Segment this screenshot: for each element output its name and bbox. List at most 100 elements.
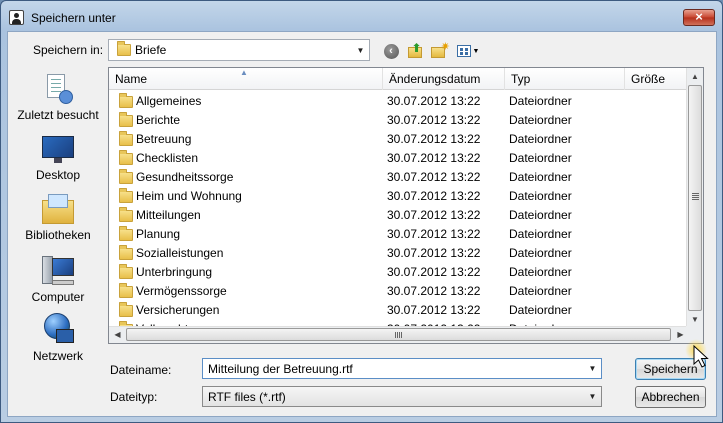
file-date: 30.07.2012 13:22 <box>387 113 481 127</box>
filetype-select[interactable]: RTF files (*.rtf) ▼ <box>202 386 602 407</box>
file-row[interactable]: Versicherungen 30.07.2012 13:22 Dateiordne… <box>109 300 689 319</box>
cancel-button[interactable]: Abbrechen <box>635 386 706 408</box>
file-row[interactable]: Heim und Wohnung 30.07.2012 13:22 Dateiord… <box>109 186 689 205</box>
places-bar: Zuletzt besucht Desktop Bibliotheken Com… <box>8 66 108 366</box>
user-account-icon <box>9 10 24 25</box>
file-date: 30.07.2012 13:22 <box>387 170 481 184</box>
file-type: Dateiordner <box>509 265 572 279</box>
folder-icon <box>119 130 133 146</box>
folder-icon <box>119 206 133 222</box>
place-label: Netzwerk <box>32 349 83 363</box>
close-button[interactable]: × <box>683 9 715 26</box>
place-recent[interactable]: Zuletzt besucht <box>8 74 108 122</box>
location-value: Briefe <box>135 43 167 57</box>
place-computer[interactable]: Computer <box>8 254 108 304</box>
view-menu-button[interactable]: ▼ <box>454 41 482 61</box>
file-date: 30.07.2012 13:22 <box>387 151 481 165</box>
file-date: 30.07.2012 13:22 <box>387 265 481 279</box>
folder-icon <box>117 41 131 56</box>
folder-icon <box>119 282 133 298</box>
network-icon <box>42 313 74 345</box>
column-header-row: Name ▲ Änderungsdatum Typ Größe <box>109 68 689 90</box>
file-date: 30.07.2012 13:22 <box>387 208 481 222</box>
file-name: Planung <box>136 227 181 241</box>
place-network[interactable]: Netzwerk <box>8 313 108 363</box>
file-type: Dateiordner <box>509 227 572 241</box>
scroll-up-icon[interactable]: ▲ <box>687 68 703 85</box>
file-name: Betreuung <box>136 132 192 146</box>
folder-icon <box>119 263 133 279</box>
new-folder-button[interactable]: ✷ <box>429 41 450 61</box>
file-row[interactable]: Allgemeines 30.07.2012 13:22 Dateiordner <box>109 91 689 110</box>
chevron-down-icon: ▼ <box>472 47 480 55</box>
column-header-date[interactable]: Änderungsdatum <box>383 68 505 90</box>
file-row[interactable]: Betreuung 30.07.2012 13:22 Dateiordner <box>109 129 689 148</box>
file-type: Dateiordner <box>509 170 572 184</box>
file-row[interactable]: Unterbringung 30.07.2012 13:22 Dateiordner <box>109 262 689 281</box>
save-in-dropdown[interactable]: Briefe ▼ <box>108 39 370 61</box>
vertical-scrollbar[interactable]: ▲ ▼ <box>686 68 703 328</box>
scroll-left-icon[interactable]: ◀ <box>109 327 126 343</box>
place-label: Zuletzt besucht <box>17 108 99 122</box>
file-row[interactable]: Vermögenssorge 30.07.2012 13:22 Dateiordne… <box>109 281 689 300</box>
column-header-type[interactable]: Typ <box>505 68 625 90</box>
place-desktop[interactable]: Desktop <box>8 136 108 182</box>
save-in-label: Speichern in: <box>33 43 104 57</box>
window-title: Speichern unter <box>31 11 116 25</box>
up-folder-button[interactable]: ⬆ <box>405 41 425 61</box>
file-date: 30.07.2012 13:22 <box>387 284 481 298</box>
up-folder-icon: ⬆ <box>407 41 423 58</box>
file-name: Mitteilungen <box>136 208 201 222</box>
file-row[interactable]: Planung 30.07.2012 13:22 Dateiordner <box>109 224 689 243</box>
horizontal-scrollbar[interactable]: ◀ ▶ <box>109 326 689 343</box>
file-row[interactable]: Sozialleistungen 30.07.2012 13:22 Dateiord… <box>109 243 689 262</box>
place-label: Computer <box>31 290 85 304</box>
folder-icon <box>119 92 133 108</box>
desktop-icon <box>42 136 74 164</box>
title-bar[interactable]: Speichern unter × <box>1 1 722 35</box>
file-date: 30.07.2012 13:22 <box>387 246 481 260</box>
file-type: Dateiordner <box>509 303 572 317</box>
back-arrow-icon: ‹ <box>383 43 399 59</box>
file-name: Unterbringung <box>136 265 213 279</box>
column-name-label: Name <box>115 72 148 86</box>
file-list[interactable]: Name ▲ Änderungsdatum Typ Größe Allgemei… <box>108 67 704 344</box>
folder-icon <box>119 168 133 184</box>
chevron-down-icon[interactable]: ▼ <box>584 359 601 378</box>
filename-value: Mitteilung der Betreuung.rtf <box>208 362 353 376</box>
file-type: Dateiordner <box>509 113 572 127</box>
mouse-cursor-icon <box>685 339 713 369</box>
file-row[interactable]: Checklisten 30.07.2012 13:22 Dateiordner <box>109 148 689 167</box>
scroll-thumb[interactable] <box>688 85 702 311</box>
file-row[interactable]: Gesundheitssorge 30.07.2012 13:22 Dateiord… <box>109 167 689 186</box>
back-button[interactable]: ‹ <box>381 41 401 61</box>
new-folder-icon: ✷ <box>431 41 450 58</box>
folder-icon <box>119 149 133 165</box>
folder-icon <box>119 187 133 203</box>
file-date: 30.07.2012 13:22 <box>387 132 481 146</box>
chevron-down-icon[interactable]: ▼ <box>352 40 369 60</box>
file-type: Dateiordner <box>509 132 572 146</box>
filename-field[interactable]: Mitteilung der Betreuung.rtf ▼ <box>202 358 602 379</box>
column-header-name[interactable]: Name ▲ <box>109 68 383 90</box>
place-label: Desktop <box>35 168 81 182</box>
place-label: Bibliotheken <box>25 228 91 242</box>
file-type: Dateiordner <box>509 284 572 298</box>
file-row[interactable]: Mitteilungen 30.07.2012 13:22 Dateiordner <box>109 205 689 224</box>
file-type: Dateiordner <box>509 208 572 222</box>
file-name: Versicherungen <box>136 303 220 317</box>
filetype-value: RTF files (*.rtf) <box>208 390 286 404</box>
file-date: 30.07.2012 13:22 <box>387 189 481 203</box>
file-name: Sozialleistungen <box>136 246 224 260</box>
column-header-size[interactable]: Größe <box>625 68 689 90</box>
place-libraries[interactable]: Bibliotheken <box>8 194 108 242</box>
file-name: Checklisten <box>136 151 199 165</box>
chevron-down-icon[interactable]: ▼ <box>584 387 601 406</box>
filetype-label: Dateityp: <box>110 390 158 404</box>
folder-icon <box>119 225 133 241</box>
scroll-thumb-horizontal[interactable] <box>126 328 671 341</box>
dialog-body: Speichern in: Briefe ▼ ‹ ⬆ ✷ ▼ Zuletzt b… <box>7 31 717 417</box>
file-name: Allgemeines <box>136 94 202 108</box>
file-type: Dateiordner <box>509 246 572 260</box>
file-row[interactable]: Berichte 30.07.2012 13:22 Dateiordner <box>109 110 689 129</box>
